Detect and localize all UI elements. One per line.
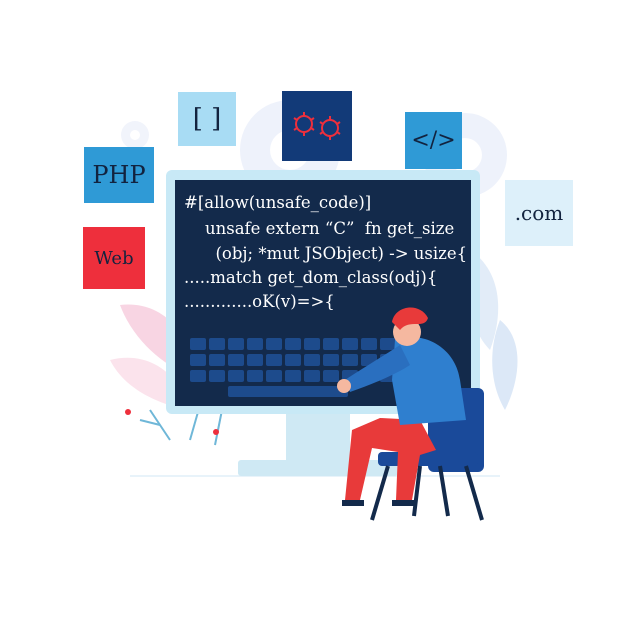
torso — [392, 336, 466, 425]
developer-figure — [337, 307, 484, 521]
illustration: PHP Web [ ] </> .com #[allow(unsafe_code… — [0, 0, 626, 626]
hand — [337, 379, 351, 393]
